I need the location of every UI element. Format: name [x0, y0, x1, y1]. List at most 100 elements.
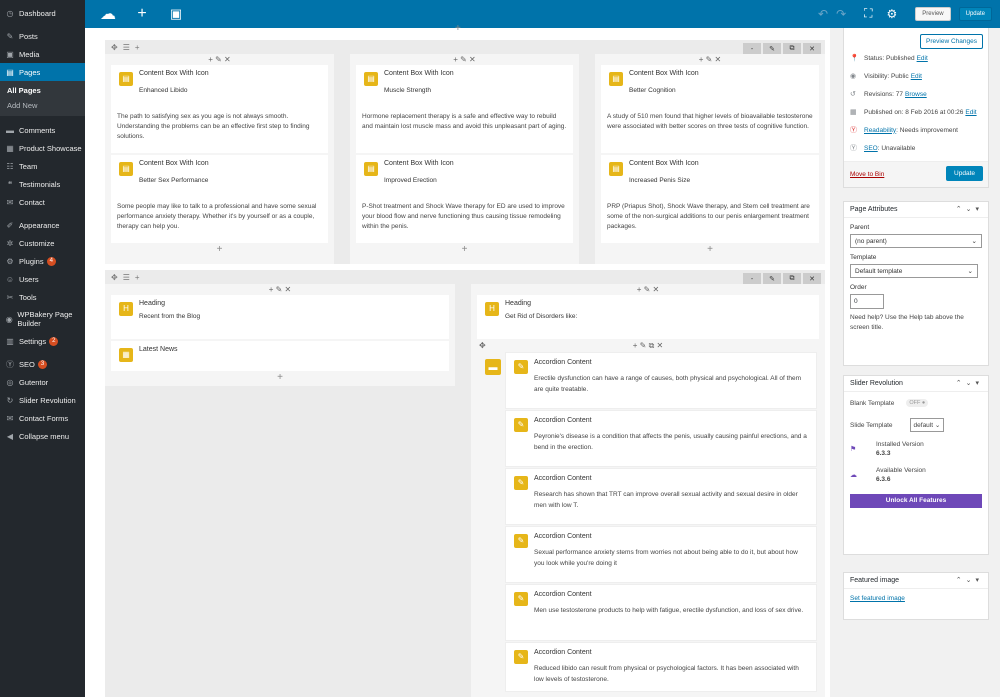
layout-icon[interactable]: ☰ [123, 273, 130, 282]
published-edit-link[interactable]: Edit [965, 109, 976, 116]
order-input[interactable]: 0 [850, 294, 884, 309]
seo-link[interactable]: SEO [864, 145, 878, 152]
content-box[interactable]: ▤ Content Box With Icon Better Cognition… [601, 65, 819, 153]
update-button[interactable]: Update [958, 6, 992, 21]
builder-canvas: + ✥ ☰ + - ✎ ⧉ ✕ + ✎ ✕ ▤ Content Box With… [85, 24, 830, 697]
menu-posts[interactable]: ✎ Posts [0, 27, 85, 45]
submenu-add-new[interactable]: Add New [0, 98, 85, 113]
menu-wpbakery[interactable]: ◉ WPBakery Page Builder [0, 306, 85, 332]
collapse-icon: ◀ [6, 431, 14, 441]
cloud-icon[interactable]: ☁ [97, 4, 119, 24]
menu-seo[interactable]: Ⓨ SEO 3 [0, 355, 85, 373]
menu-label: Team [19, 161, 38, 171]
box-toggle-icons[interactable]: ⌃⌄▾ [956, 205, 983, 213]
yoast-icon: Ⓨ [6, 359, 14, 369]
revisions-browse-link[interactable]: Browse [905, 91, 927, 98]
add-column-icon[interactable]: + [135, 273, 140, 282]
menu-label: Media [19, 49, 40, 59]
sidebar-update-button[interactable]: Update [946, 166, 983, 181]
pencil-icon: ✎ [514, 418, 528, 432]
menu-product-showcase[interactable]: ▦ Product Showcase [0, 139, 85, 157]
menu-collapse[interactable]: ◀ Collapse menu [0, 427, 85, 445]
accordion-section[interactable]: ✎ Accordion Content Reduced libido can r… [505, 642, 817, 692]
unlock-all-features-button[interactable]: Unlock All Features [850, 494, 982, 508]
menu-contact[interactable]: ✉ Contact [0, 193, 85, 211]
add-element-icon[interactable]: + [131, 5, 153, 23]
parent-select[interactable]: (no parent) ⌄ [850, 234, 982, 248]
menu-testimonials[interactable]: ❝ Testimonials [0, 175, 85, 193]
content-box[interactable]: ▤ Content Box With Icon Muscle Strength … [356, 65, 573, 153]
accordion-section[interactable]: ✎ Accordion Content Erectile dysfunction… [505, 352, 817, 409]
move-to-bin-link[interactable]: Move to Bin [850, 171, 884, 178]
gear-icon[interactable]: ⚙ [887, 7, 898, 21]
accordion-section[interactable]: ✎ Accordion Content Research has shown t… [505, 468, 817, 525]
box-toggle-icons[interactable]: ⌃⌄▾ [956, 379, 983, 387]
submenu-all-pages[interactable]: All Pages [0, 83, 85, 98]
templates-icon[interactable]: ▣ [165, 6, 187, 22]
slide-template-row: Slide Template default ⌄ [844, 414, 988, 436]
add-element-icon[interactable]: + [595, 245, 825, 255]
add-element-icon[interactable]: + [105, 373, 455, 383]
content-box[interactable]: ▤ Content Box With Icon Improved Erectio… [356, 155, 573, 243]
menu-pages[interactable]: ▤ Pages [0, 63, 85, 81]
content-box[interactable]: ▤ Content Box With Icon Better Sex Perfo… [111, 155, 328, 243]
slider-revolution-header[interactable]: Slider Revolution ⌃⌄▾ [844, 376, 988, 392]
layout-icon[interactable]: ☰ [123, 43, 130, 52]
pencil-icon: ✎ [514, 360, 528, 374]
redo-icon[interactable]: ↷ [836, 7, 846, 21]
column-controls-icon[interactable]: + ✎ ✕ [105, 284, 455, 295]
latest-news-element[interactable]: ▦ Latest News [111, 341, 449, 371]
element-title: Content Box With Icon [139, 70, 209, 77]
add-column-icon[interactable]: + [135, 43, 140, 52]
menu-team[interactable]: ☷ Team [0, 157, 85, 175]
menu-users[interactable]: ☺ Users [0, 270, 85, 288]
move-icon[interactable]: ✥ [111, 273, 118, 282]
preview-button[interactable]: Preview [915, 6, 951, 21]
readability-link[interactable]: Readability [864, 127, 896, 134]
template-select[interactable]: Default template ⌄ [850, 264, 978, 278]
menu-dashboard[interactable]: ◷ Dashboard [0, 4, 85, 22]
add-element-icon[interactable]: + [105, 245, 334, 255]
accordion-section[interactable]: ✎ Accordion Content Sexual performance a… [505, 526, 817, 583]
accordion-section[interactable]: ✎ Accordion Content Peyronie's disease i… [505, 410, 817, 467]
add-row-top-icon[interactable]: + [455, 24, 461, 34]
menu-appearance[interactable]: ✐ Appearance [0, 216, 85, 234]
box-toggle-icons[interactable]: ⌃⌄▾ [956, 576, 983, 584]
menu-gutentor[interactable]: ◎ Gutentor [0, 373, 85, 391]
move-icon[interactable]: ✥ [111, 43, 118, 52]
column-controls-icon[interactable]: + ✎ ✕ [471, 284, 825, 295]
move-icon[interactable]: ✥ [479, 341, 486, 350]
column-controls-icon[interactable]: + ✎ ✕ [350, 54, 579, 65]
page-attributes-header[interactable]: Page Attributes ⌃⌄▾ [844, 202, 988, 218]
menu-media[interactable]: ▣ Media [0, 45, 85, 63]
column-controls-icon[interactable]: + ✎ ✕ [595, 54, 825, 65]
content-box[interactable]: ▤ Content Box With Icon Increased Penis … [601, 155, 819, 243]
menu-slider-revolution[interactable]: ↻ Slider Revolution [0, 391, 85, 409]
blank-template-toggle[interactable]: OFF ● [906, 399, 929, 407]
visibility-edit-link[interactable]: Edit [911, 73, 922, 80]
preview-changes-button[interactable]: Preview Changes [920, 34, 983, 49]
accordion-actions-icon[interactable]: + ✎ ⧉ ✕ [633, 341, 663, 350]
visibility-label: Visibility: Public [864, 72, 909, 80]
menu-comments[interactable]: ▬ Comments [0, 121, 85, 139]
add-element-icon[interactable]: + [350, 245, 579, 255]
featured-image-header[interactable]: Featured image ⌃⌄▾ [844, 573, 988, 589]
fullscreen-icon[interactable]: ⛶ [864, 6, 872, 21]
status-edit-link[interactable]: Edit [917, 55, 928, 62]
set-featured-image-link[interactable]: Set featured image [850, 595, 905, 602]
section-title: Accordion Content [534, 475, 592, 482]
published-row: ▦ Published on: 8 Feb 2016 at 00:26 Edit [844, 103, 988, 121]
menu-plugins[interactable]: ⚙ Plugins 4 [0, 252, 85, 270]
menu-contact-forms[interactable]: ✉ Contact Forms [0, 409, 85, 427]
column-controls-icon[interactable]: + ✎ ✕ [105, 54, 334, 65]
content-box[interactable]: ▤ Content Box With Icon Enhanced Libido … [111, 65, 328, 153]
menu-tools[interactable]: ✂ Tools [0, 288, 85, 306]
undo-icon[interactable]: ↶ [818, 7, 828, 21]
heading-element[interactable]: H Heading Recent from the Blog [111, 295, 449, 339]
menu-customize[interactable]: ✲ Customize [0, 234, 85, 252]
accordion-section[interactable]: ✎ Accordion Content Men use testosterone… [505, 584, 817, 641]
slide-template-select[interactable]: default ⌄ [909, 418, 945, 432]
heading-element[interactable]: H Heading Get Rid of Disorders like: [477, 295, 819, 339]
menu-label: Posts [19, 31, 38, 41]
menu-settings[interactable]: ▥ Settings 2 [0, 332, 85, 350]
